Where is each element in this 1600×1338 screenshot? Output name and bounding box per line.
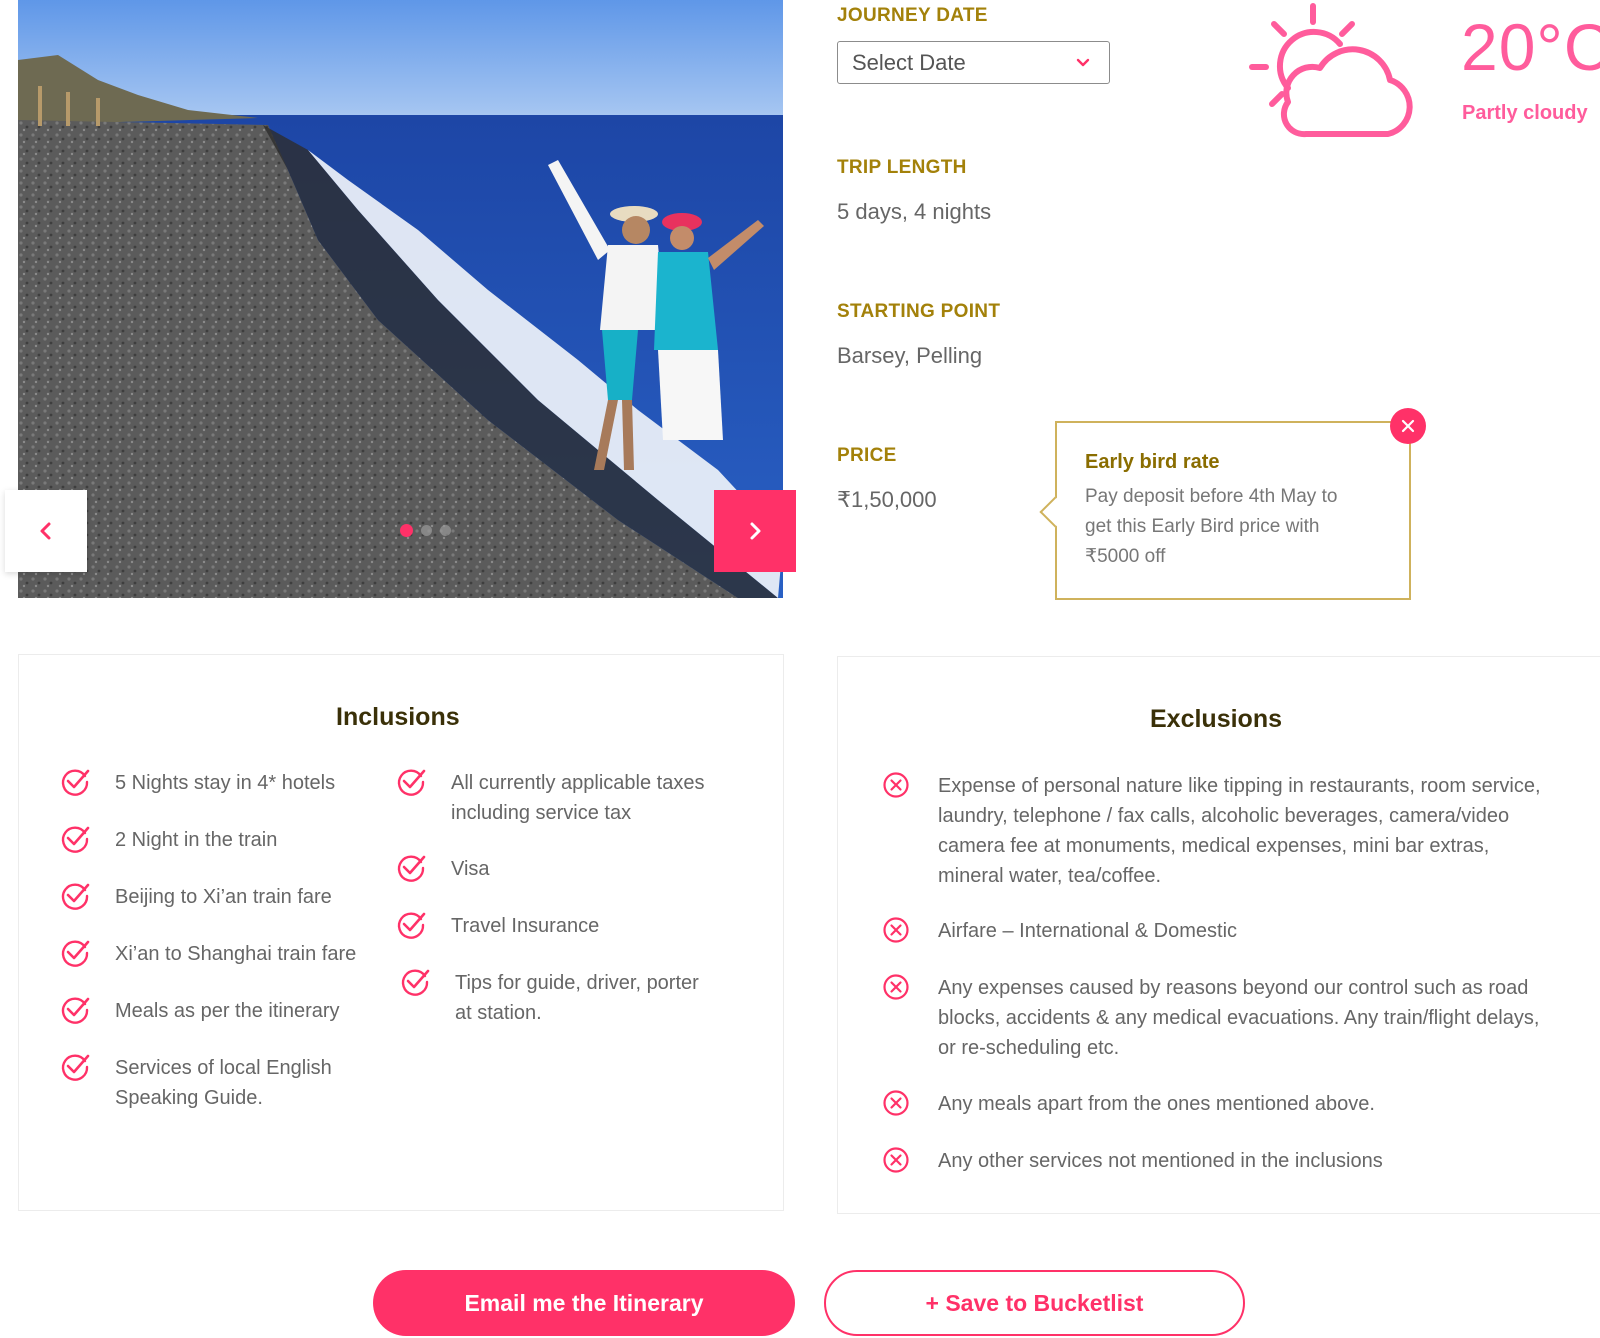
early-bird-title: Early bird rate — [1085, 451, 1220, 473]
inclusion-item: Tips for guide, driver, porter at statio… — [399, 968, 699, 1028]
inclusion-item: Visa — [395, 854, 490, 884]
carousel-next-button[interactable] — [714, 490, 796, 572]
inclusion-text: Speaking Guide. — [115, 1087, 263, 1109]
check-circle-icon — [397, 855, 426, 882]
inclusions-panel: Inclusions 5 Nights stay in 4* hotels 2 … — [18, 654, 784, 1211]
inclusions-title: Inclusions — [336, 703, 460, 731]
exclusion-text: laundry, telephone / fax calls, alcoholi… — [938, 805, 1510, 827]
inclusion-item: Services of local English Speaking Guide… — [59, 1053, 332, 1113]
exclusion-text: blocks, accidents & any medical evacuati… — [938, 1007, 1540, 1029]
inclusion-text: including service tax — [451, 802, 632, 824]
inclusion-text: at station. — [455, 1002, 542, 1024]
inclusion-item: 2 Night in the train — [59, 825, 277, 855]
email-itinerary-button[interactable]: Email me the Itinerary — [373, 1270, 795, 1336]
inclusion-item: All currently applicable taxes including… — [395, 768, 704, 828]
check-circle-icon — [397, 912, 426, 939]
inclusion-item: Beijing to Xi’an train fare — [59, 882, 332, 912]
price-value: ₹1,50,000 — [837, 487, 937, 512]
starting-point-value: Barsey, Pelling — [837, 343, 983, 368]
check-circle-icon — [61, 769, 90, 796]
carousel-dot[interactable] — [440, 525, 451, 536]
early-bird-line: ₹5000 off — [1085, 546, 1166, 567]
exclusion-item: Any other services not mentioned in the … — [880, 1146, 1383, 1176]
check-circle-icon — [61, 826, 90, 853]
inclusion-text: Xi’an to Shanghai train fare — [115, 943, 357, 965]
inclusion-text: Meals as per the itinerary — [115, 1000, 340, 1022]
journey-date-label: JOURNEY DATE — [837, 5, 988, 26]
carousel-prev-button[interactable] — [5, 490, 87, 572]
journey-date-select[interactable]: Select Date — [837, 41, 1110, 84]
inclusion-text: 5 Nights stay in 4* hotels — [115, 772, 336, 794]
check-circle-icon — [61, 1054, 90, 1081]
price-label: PRICE — [837, 445, 897, 466]
exclusions-panel: Exclusions Expense of personal nature li… — [837, 656, 1600, 1214]
popover-arrow — [1039, 496, 1071, 528]
exclusion-text: camera fee at monuments, medical expense… — [938, 835, 1490, 857]
check-circle-icon — [401, 969, 430, 996]
exclusion-text: Any meals apart from the ones mentioned … — [938, 1093, 1375, 1115]
chevron-right-icon — [750, 522, 761, 540]
x-circle-icon — [883, 974, 909, 1000]
early-bird-line: Pay deposit before 4th May to — [1085, 486, 1338, 507]
check-circle-icon — [61, 883, 90, 910]
journey-date-value: Select Date — [852, 49, 966, 75]
carousel-dot[interactable] — [421, 525, 432, 536]
chevron-down-icon — [1076, 58, 1090, 67]
check-circle-icon — [397, 769, 426, 796]
carousel-dot[interactable] — [400, 524, 413, 537]
early-bird-line: get this Early Bird price with — [1085, 516, 1320, 537]
exclusion-item: Airfare – International & Domestic — [880, 916, 1237, 946]
x-circle-icon — [883, 1147, 909, 1173]
inclusion-text: Visa — [451, 858, 490, 880]
inclusion-item: Meals as per the itinerary — [59, 996, 340, 1026]
weather-condition: Partly cloudy — [1462, 102, 1588, 124]
save-to-bucketlist-button[interactable]: + Save to Bucketlist — [824, 1270, 1245, 1336]
early-bird-text: Pay deposit before 4th May to get this E… — [1085, 482, 1381, 572]
beach-photo — [18, 0, 783, 598]
weather-temperature: 20°C — [1461, 10, 1600, 84]
starting-point-label: STARTING POINT — [837, 301, 1001, 322]
exclusions-title: Exclusions — [1150, 705, 1282, 733]
partly-cloudy-icon — [1249, 3, 1413, 138]
inclusion-text: Travel Insurance — [451, 915, 600, 937]
check-circle-icon — [61, 940, 90, 967]
exclusion-item: Any expenses caused by reasons beyond ou… — [880, 973, 1539, 1063]
early-bird-popover: Early bird rate Pay deposit before 4th M… — [1039, 421, 1411, 600]
x-circle-icon — [883, 917, 909, 943]
inclusion-text: 2 Night in the train — [115, 829, 278, 851]
exclusion-text: Any other services not mentioned in the … — [938, 1150, 1383, 1172]
exclusion-text: or re-scheduling etc. — [938, 1037, 1120, 1059]
exclusion-text: Airfare – International & Domestic — [938, 920, 1238, 942]
inclusion-item: 5 Nights stay in 4* hotels — [59, 768, 335, 798]
photo-carousel — [18, 0, 783, 598]
exclusion-text: Any expenses caused by reasons beyond ou… — [938, 977, 1529, 999]
chevron-left-icon — [40, 522, 51, 540]
popover-close-button[interactable] — [1390, 408, 1426, 444]
inclusion-item: Xi’an to Shanghai train fare — [59, 939, 356, 969]
exclusion-item: Expense of personal nature like tipping … — [880, 771, 1541, 891]
inclusion-text: Tips for guide, driver, porter — [455, 972, 699, 994]
close-icon — [1401, 419, 1415, 433]
trip-length-value: 5 days, 4 nights — [837, 199, 992, 224]
inclusion-text: Beijing to Xi’an train fare — [115, 886, 332, 908]
inclusion-item: Travel Insurance — [395, 911, 599, 941]
inclusion-text: All currently applicable taxes — [451, 772, 705, 794]
x-circle-icon — [883, 1090, 909, 1116]
exclusion-text: mineral water, tea/coffee. — [938, 865, 1162, 887]
carousel-dots — [400, 524, 451, 537]
x-circle-icon — [883, 772, 909, 798]
exclusion-item: Any meals apart from the ones mentioned … — [880, 1089, 1375, 1119]
trip-length-label: TRIP LENGTH — [837, 157, 967, 178]
check-circle-icon — [61, 997, 90, 1024]
inclusion-text: Services of local English — [115, 1057, 332, 1079]
exclusion-text: Expense of personal nature like tipping … — [938, 775, 1541, 797]
